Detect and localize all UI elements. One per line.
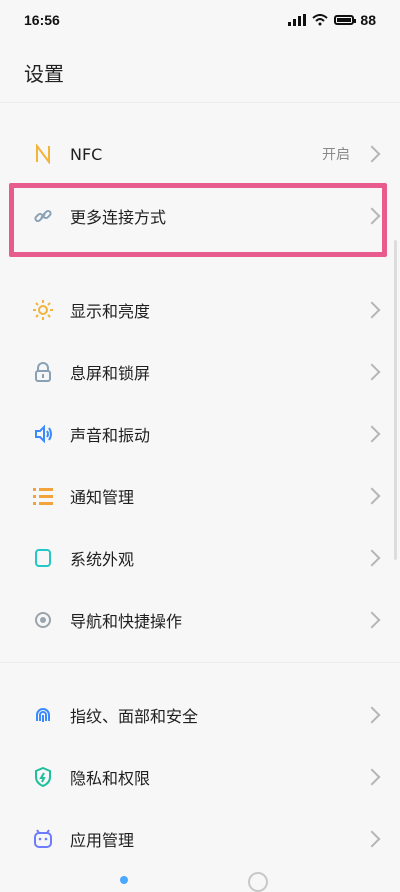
setting-privacy-permissions[interactable]: 隐私和权限: [0, 746, 400, 808]
sun-icon: [32, 299, 54, 321]
signal-icon: [288, 14, 307, 26]
setting-label: 声音和振动: [70, 426, 151, 445]
setting-screen-lock[interactable]: 息屏和锁屏: [0, 341, 400, 403]
setting-notification-management[interactable]: 通知管理: [0, 465, 400, 527]
fingerprint-icon: [32, 704, 54, 726]
status-time: 16:56: [24, 12, 60, 28]
group-display: 显示和亮度 息屏和锁屏 声音和振动 通知管理 系统外观 导航和快捷操作: [0, 279, 400, 651]
setting-sound-vibration[interactable]: 声音和振动: [0, 403, 400, 465]
chevron-right-icon: [363, 611, 381, 629]
setting-system-appearance[interactable]: 系统外观: [0, 527, 400, 589]
setting-label: 隐私和权限: [70, 769, 151, 788]
chevron-right-icon: [363, 301, 381, 319]
setting-label: 指纹、面部和安全: [70, 707, 199, 726]
apps-icon: [32, 828, 54, 850]
nfc-status: 开启: [322, 147, 350, 163]
chevron-right-icon: [363, 487, 381, 505]
setting-display-brightness[interactable]: 显示和亮度: [0, 279, 400, 341]
setting-label: 通知管理: [70, 488, 135, 507]
shield-icon: [32, 766, 54, 788]
lock-icon: [32, 361, 54, 383]
battery-icon: [334, 15, 357, 25]
chevron-right-icon: [363, 145, 381, 163]
battery-percent: 88: [360, 12, 376, 28]
setting-label: NFC: [70, 144, 103, 164]
chevron-right-icon: [363, 549, 381, 567]
speaker-icon: [32, 423, 54, 445]
chevron-right-icon: [363, 706, 381, 724]
group-security: 指纹、面部和安全 隐私和权限 应用管理: [0, 684, 400, 870]
chevron-right-icon: [363, 768, 381, 786]
nfc-icon: [32, 143, 54, 165]
divider-top: [0, 102, 400, 103]
wifi-icon: [312, 14, 329, 26]
setting-navigation-shortcuts[interactable]: 导航和快捷操作: [0, 589, 400, 651]
bottom-indicator-circle: [248, 872, 268, 892]
scrollbar[interactable]: [394, 240, 397, 560]
setting-nfc[interactable]: NFC 开启: [0, 123, 400, 185]
page-title: 设置: [24, 62, 64, 86]
chevron-right-icon: [363, 830, 381, 848]
status-bar: 16:56 88: [0, 0, 400, 40]
chevron-right-icon: [363, 363, 381, 381]
setting-label: 系统外观: [70, 550, 135, 569]
navigation-icon: [32, 609, 54, 631]
status-indicators: 88: [288, 12, 376, 28]
setting-label: 导航和快捷操作: [70, 612, 183, 631]
divider-section: [0, 662, 400, 663]
bottom-indicator-dot: [120, 876, 128, 884]
setting-label: 息屏和锁屏: [70, 364, 151, 383]
phone-icon: [32, 547, 54, 569]
setting-app-management[interactable]: 应用管理: [0, 808, 400, 870]
setting-fingerprint-face-security[interactable]: 指纹、面部和安全: [0, 684, 400, 746]
setting-label: 应用管理: [70, 831, 135, 850]
setting-label: 显示和亮度: [70, 302, 151, 321]
list-icon: [32, 485, 54, 507]
chevron-right-icon: [363, 425, 381, 443]
highlight-box: [9, 183, 387, 257]
